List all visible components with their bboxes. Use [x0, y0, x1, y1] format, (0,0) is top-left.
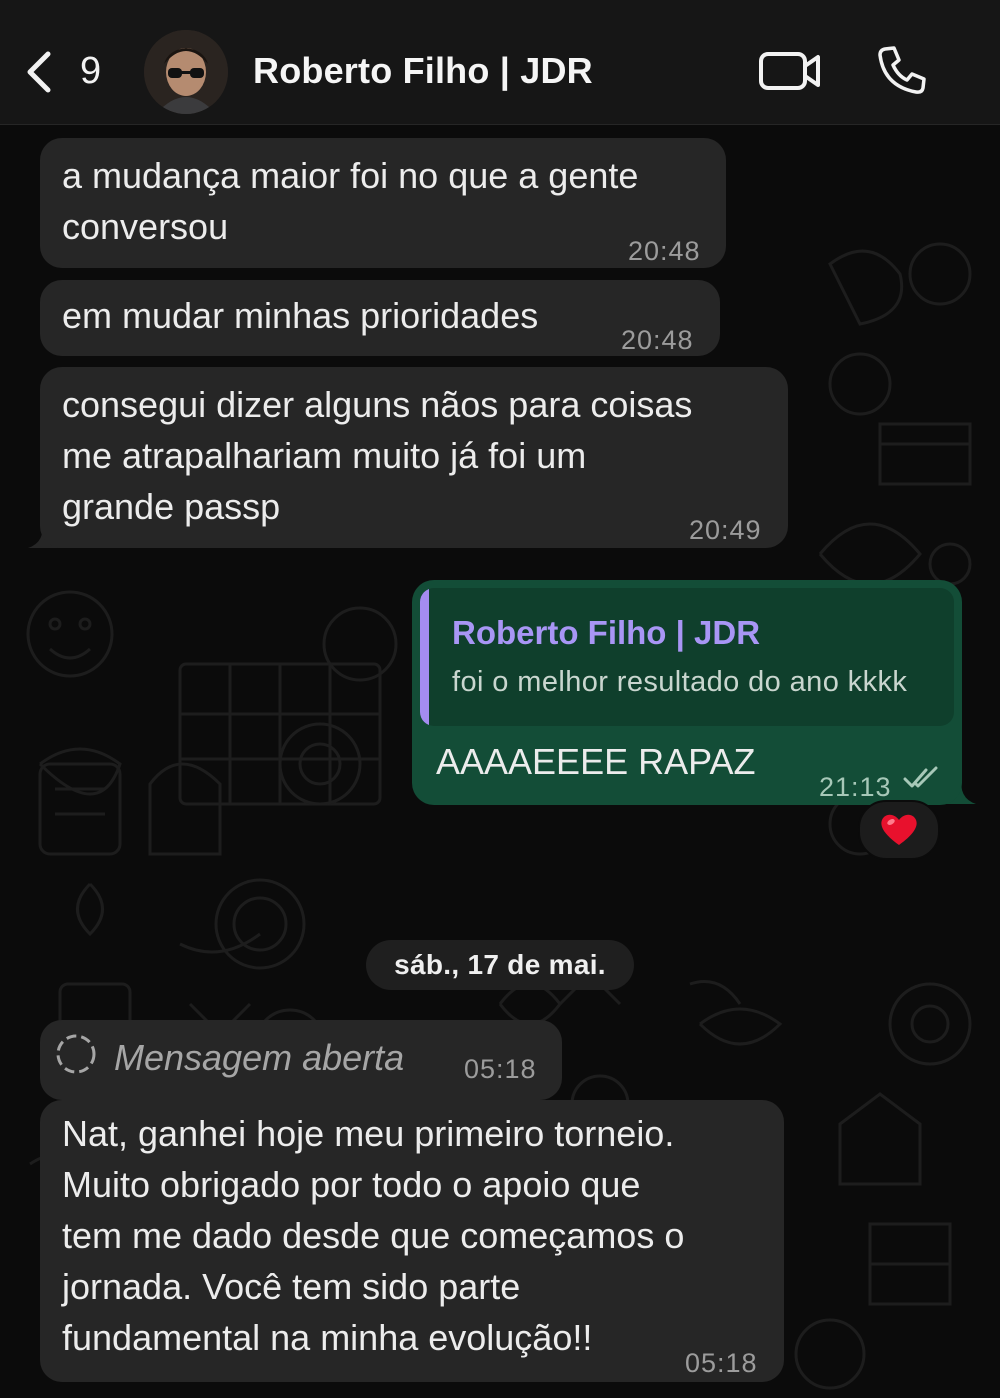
message-text-line: a mudança maior foi no que a gente — [62, 155, 639, 196]
read-receipt-icon — [903, 766, 938, 788]
message-time: 05:18 — [685, 1348, 758, 1378]
view-once-label: Mensagem aberta — [114, 1037, 405, 1078]
voice-call-button[interactable] — [876, 44, 928, 96]
message-text-line: jornada. Você tem sido parte — [62, 1266, 521, 1307]
chat-header: 9 Roberto Filho | JDR — [0, 0, 1000, 125]
message-time: 20:48 — [621, 325, 694, 355]
message-text-line: fundamental na minha evolução!! — [62, 1317, 593, 1358]
date-separator: sáb., 17 de mai. — [366, 940, 634, 990]
incoming-message[interactable]: a mudança maior foi no que a gente conve… — [40, 138, 726, 268]
heart-icon — [881, 814, 917, 845]
message-text-line: grande passp — [62, 486, 281, 527]
reaction-badge[interactable] — [858, 800, 940, 860]
message-text-line: me atrapalhariam muito já foi um — [62, 435, 587, 476]
message-text-line: AAAAEEEE RAPAZ — [436, 741, 756, 782]
quoted-text: foi o melhor resultado do ano kkkk — [452, 666, 908, 698]
contact-name[interactable]: Roberto Filho | JDR — [253, 50, 593, 92]
video-camera-icon — [759, 52, 820, 90]
view-once-icon — [56, 1034, 96, 1074]
video-call-button[interactable] — [758, 48, 822, 94]
message-time: 20:48 — [628, 236, 701, 266]
message-text-line: Nat, ganhei hoje meu primeiro torneio. — [62, 1113, 675, 1154]
quote-accent-bar — [420, 588, 429, 726]
unread-count[interactable]: 9 — [80, 50, 101, 93]
phone-icon — [878, 46, 926, 94]
view-once-message[interactable]: Mensagem aberta 05:18 — [40, 1020, 562, 1100]
message-time: 20:49 — [689, 515, 762, 545]
message-text-line: consegui dizer alguns nãos para coisas — [62, 384, 693, 425]
message-text-line: em mudar minhas prioridades — [62, 295, 539, 336]
message-text-line: conversou — [62, 206, 229, 247]
message-time: 05:18 — [464, 1054, 537, 1084]
back-button[interactable] — [24, 48, 64, 96]
incoming-message[interactable]: Nat, ganhei hoje meu primeiro torneio. M… — [40, 1100, 784, 1382]
incoming-message[interactable]: em mudar minhas prioridades 20:48 — [40, 280, 720, 356]
message-text-line: tem me dado desde que começamos o — [62, 1215, 685, 1256]
message-text-line: Muito obrigado por todo o apoio que — [62, 1164, 641, 1205]
chevron-left-icon — [27, 51, 51, 93]
incoming-message[interactable]: consegui dizer alguns nãos para coisas m… — [40, 367, 788, 548]
quoted-message[interactable]: Roberto Filho | JDR foi o melhor resulta… — [420, 588, 954, 726]
quoted-author: Roberto Filho | JDR — [452, 614, 761, 651]
contact-avatar[interactable] — [144, 30, 228, 114]
